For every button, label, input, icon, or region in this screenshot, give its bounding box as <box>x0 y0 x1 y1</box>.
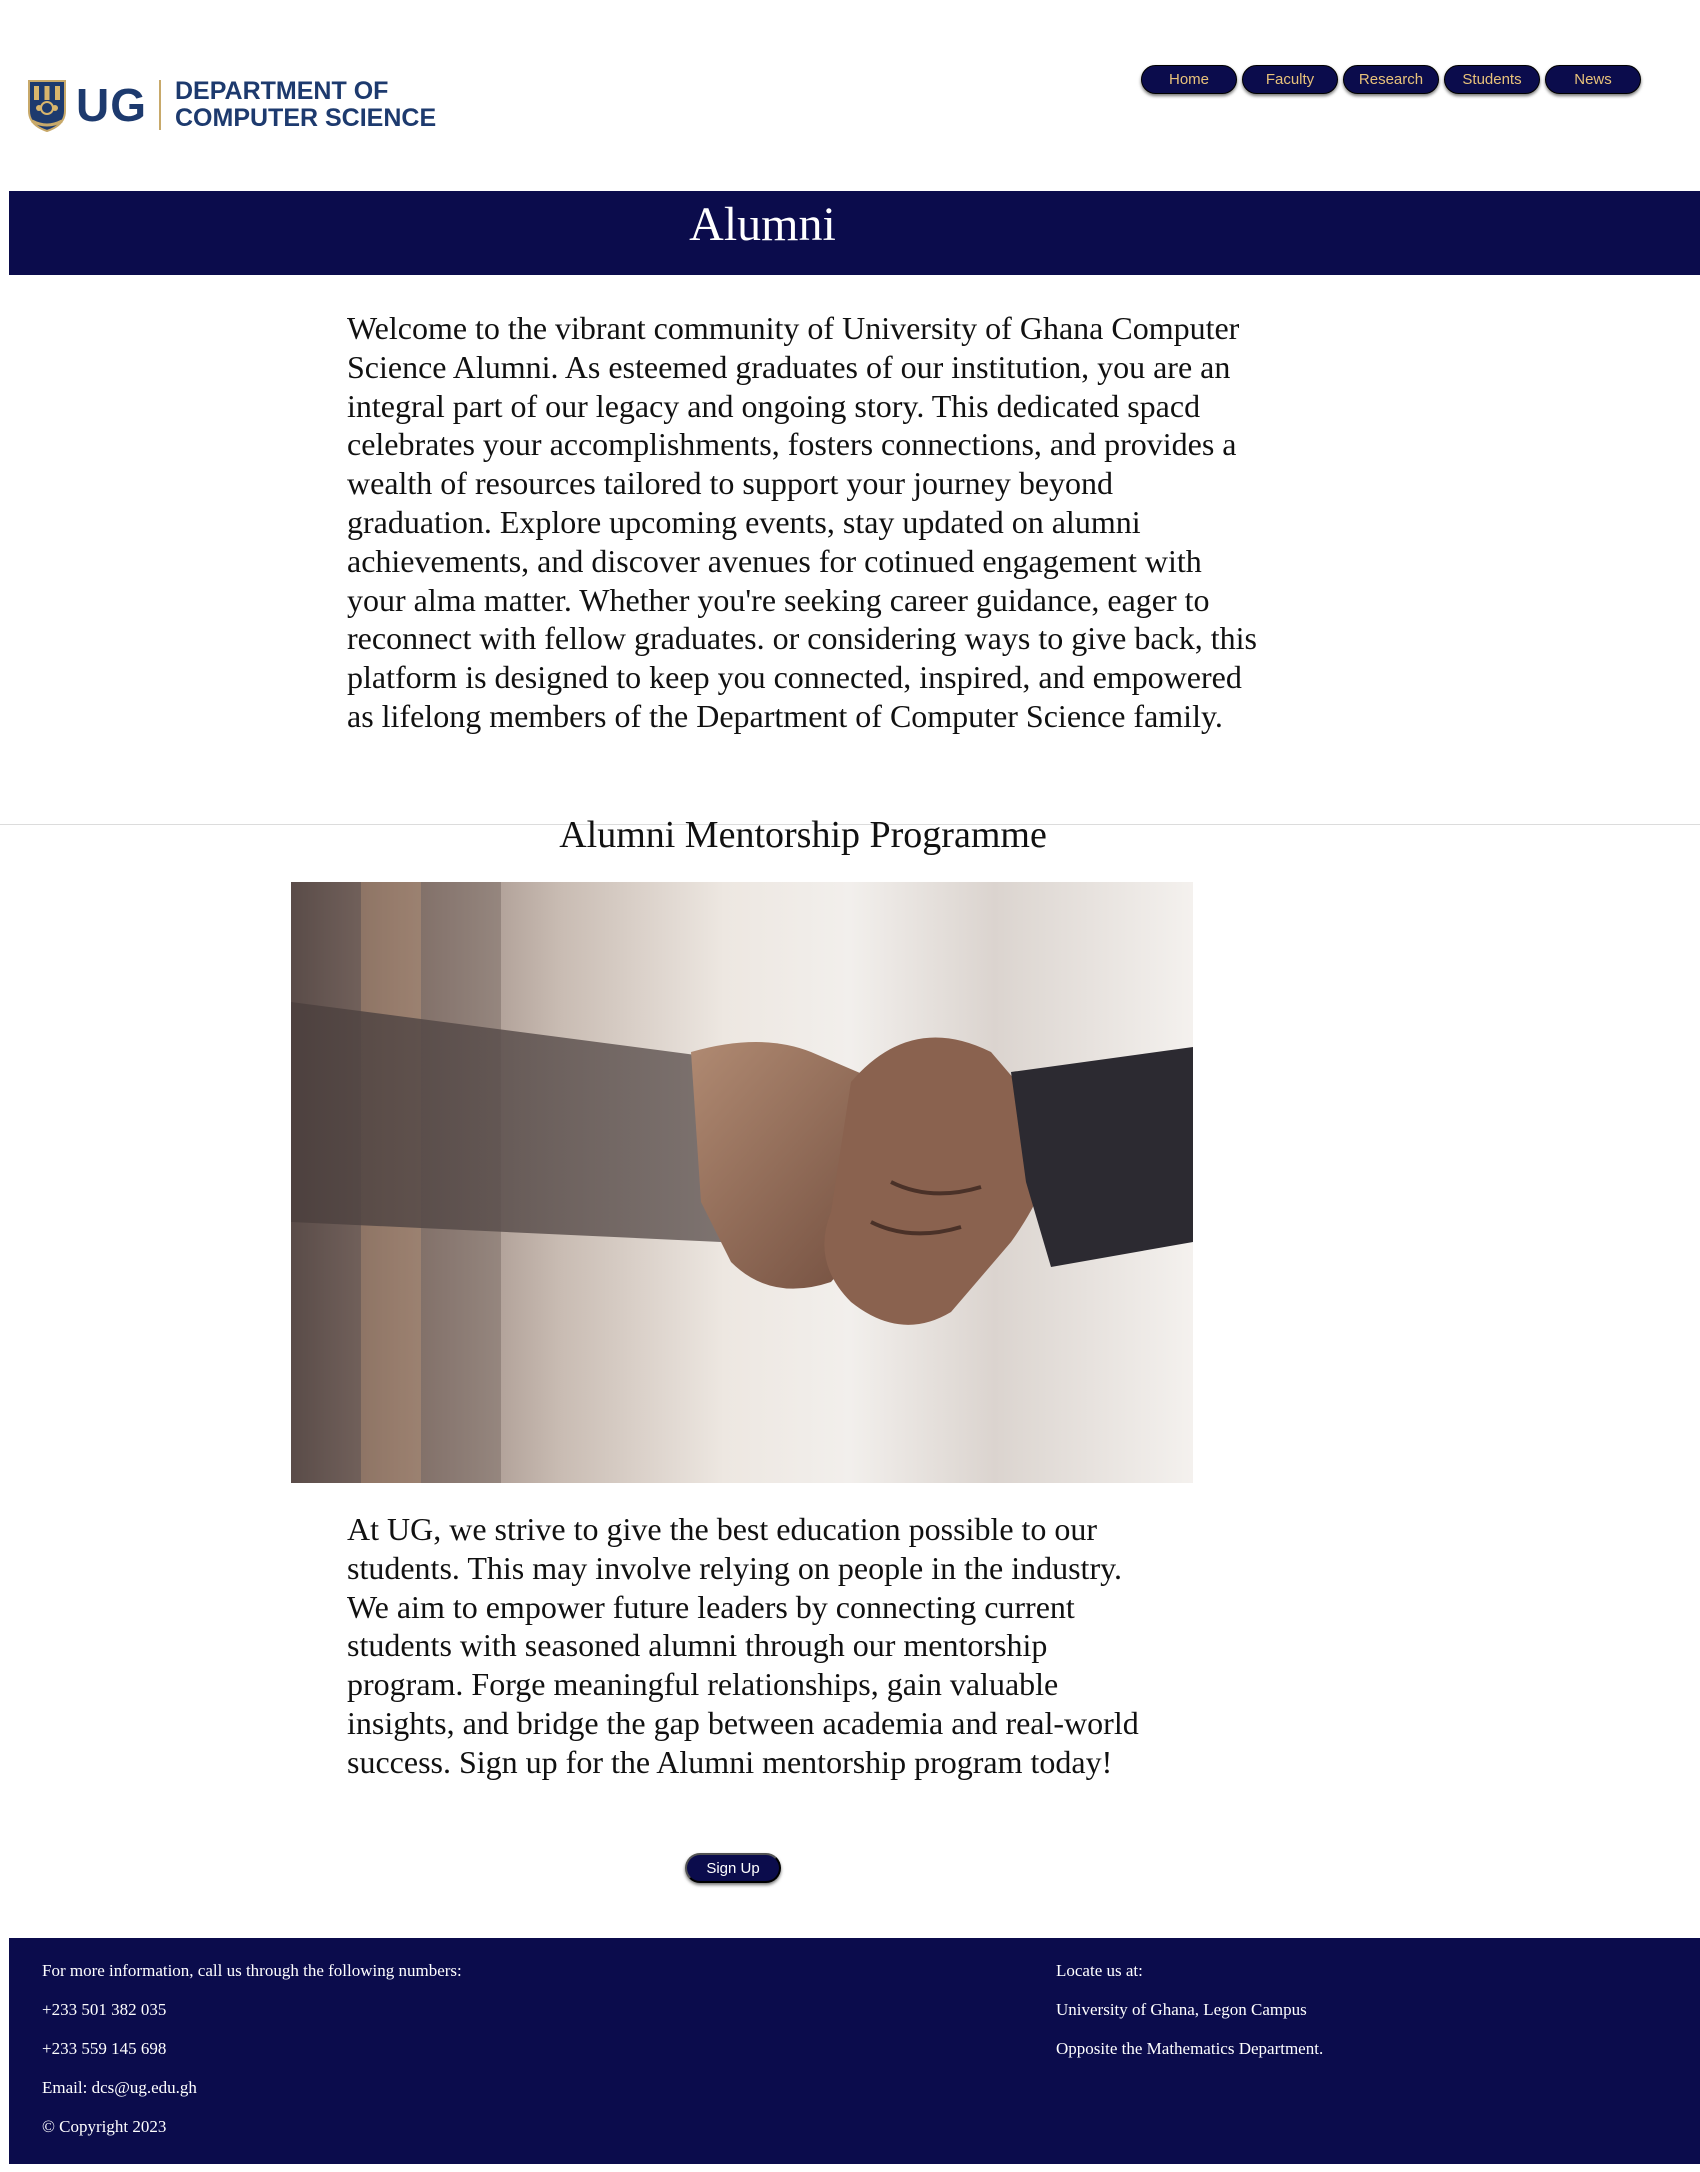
footer-location-detail: Opposite the Mathematics Department. <box>1056 2039 1324 2058</box>
footer-copyright: © Copyright 2023 <box>42 2117 167 2136</box>
department-name: DEPARTMENT OF COMPUTER SCIENCE <box>175 78 436 132</box>
page-title-banner: Alumni <box>9 191 1700 275</box>
footer-contact-intro: For more information, call us through th… <box>42 1961 462 1980</box>
footer-phone-1: +233 501 382 035 <box>42 2000 167 2019</box>
site-header: UG DEPARTMENT OF COMPUTER SCIENCE Home F… <box>0 0 1700 190</box>
logo-divider <box>159 80 161 130</box>
nav-home-button[interactable]: Home <box>1141 65 1237 94</box>
footer-phone-2: +233 559 145 698 <box>42 2039 167 2058</box>
ug-crest-icon <box>28 80 66 133</box>
footer-email: Email: dcs@ug.edu.gh <box>42 2078 197 2097</box>
nav-research-button[interactable]: Research <box>1343 65 1439 94</box>
logo-mark: UG <box>76 79 147 131</box>
nav-news-button[interactable]: News <box>1545 65 1641 94</box>
mentorship-description: At UG, we strive to give the best educat… <box>347 1511 1139 1780</box>
mentorship-section-title: Alumni Mentorship Programme <box>559 814 1047 856</box>
handshake-photo <box>291 882 1193 1483</box>
footer-contact: For more information, call us through th… <box>42 1956 462 2151</box>
site-logo[interactable]: UG DEPARTMENT OF COMPUTER SCIENCE <box>26 74 436 136</box>
department-name-line2: COMPUTER SCIENCE <box>175 104 437 132</box>
sign-up-button[interactable]: Sign Up <box>685 1853 781 1883</box>
handshake-icon <box>291 882 1193 1483</box>
department-name-line1: DEPARTMENT OF <box>175 77 389 105</box>
main-nav: Home Faculty Research Students News <box>1141 65 1641 94</box>
nav-faculty-button[interactable]: Faculty <box>1242 65 1338 94</box>
site-footer: For more information, call us through th… <box>9 1938 1700 2164</box>
footer-location: Locate us at: University of Ghana, Legon… <box>1056 1956 1323 2073</box>
footer-location-campus: University of Ghana, Legon Campus <box>1056 2000 1307 2019</box>
footer-location-intro: Locate us at: <box>1056 1961 1143 1980</box>
nav-students-button[interactable]: Students <box>1444 65 1540 94</box>
page-title: Alumni <box>689 198 836 251</box>
alumni-intro-text: Welcome to the vibrant community of Univ… <box>347 310 1257 734</box>
